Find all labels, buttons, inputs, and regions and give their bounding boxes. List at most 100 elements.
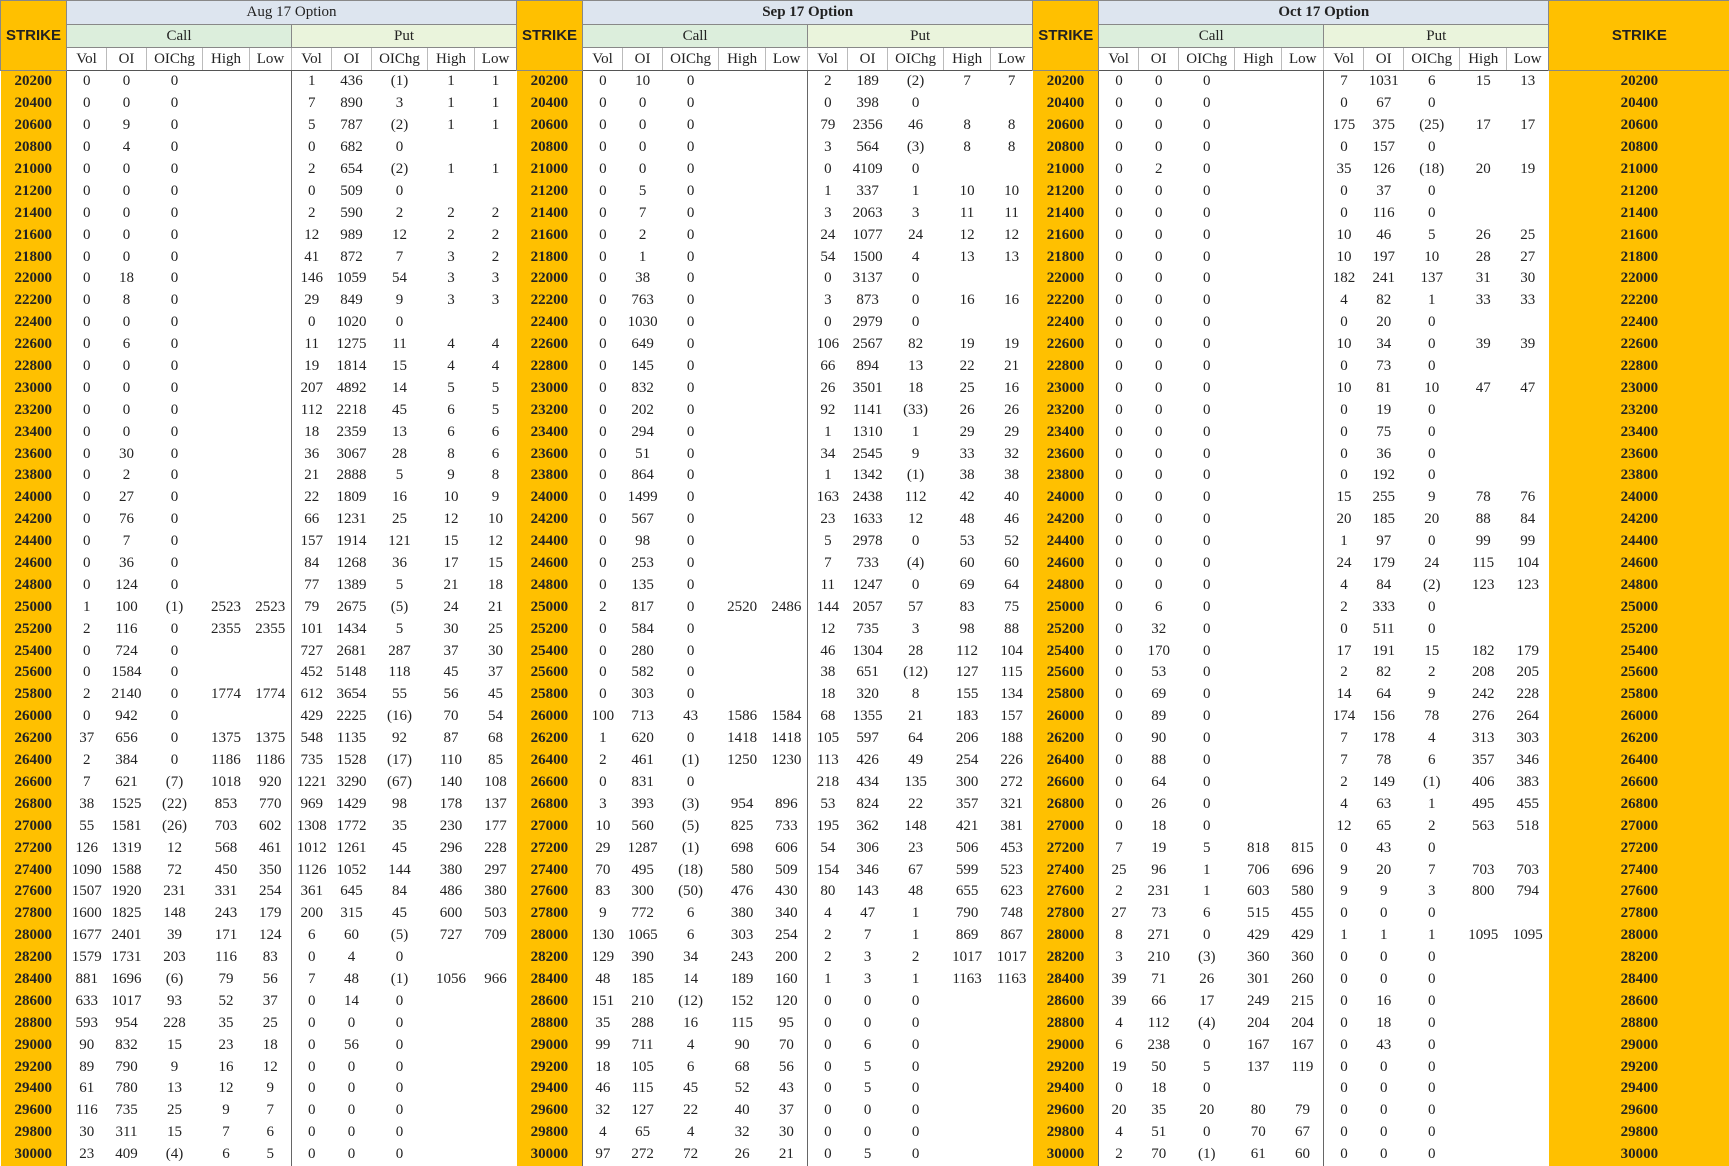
put-oichg-cell: 84 [372, 881, 428, 903]
strike-cell: 27200 [1033, 837, 1099, 859]
call-high-cell [1235, 772, 1282, 794]
put-low-cell: 68 [475, 728, 517, 750]
call-low-cell: 7 [250, 1100, 292, 1122]
call-oi-cell: 35 [1139, 1100, 1179, 1122]
column-header-oichg: OIChg [888, 48, 944, 71]
call-oi-cell: 185 [623, 969, 663, 991]
call-oichg-cell: 5 [1179, 837, 1235, 859]
put-low-cell [1507, 137, 1549, 159]
put-low-cell: 748 [991, 903, 1033, 925]
call-vol-cell: 0 [67, 180, 107, 202]
put-oichg-cell: 12 [888, 509, 944, 531]
put-vol-cell: 0 [1324, 1122, 1364, 1144]
put-oichg-cell: 92 [372, 728, 428, 750]
table-row: 2180000041872732218000105415004131321800… [1, 246, 1729, 268]
put-oi-cell: 81 [1364, 377, 1404, 399]
call-low-cell: 56 [250, 969, 292, 991]
put-vol-cell: 0 [808, 1034, 848, 1056]
put-oichg-cell: (16) [372, 706, 428, 728]
call-oi-cell: 1065 [623, 925, 663, 947]
column-header-oi: OI [1139, 48, 1179, 71]
column-header-vol: Vol [67, 48, 107, 71]
call-vol-cell: 0 [67, 224, 107, 246]
call-header: Call [67, 25, 292, 48]
call-low-cell [250, 553, 292, 575]
strike-cell: 21400 [517, 202, 583, 224]
put-oichg-cell: 14 [372, 377, 428, 399]
put-vol-cell: 0 [292, 1122, 332, 1144]
put-vol-cell: 0 [292, 1012, 332, 1034]
call-low-cell [766, 312, 808, 334]
call-high-cell [719, 640, 766, 662]
column-header-oi: OI [848, 48, 888, 71]
call-oi-cell: 0 [107, 312, 147, 334]
strike-cell: 26400 [517, 750, 583, 772]
put-oi-cell: 1500 [848, 246, 888, 268]
call-vol-cell: 2 [1099, 1144, 1139, 1166]
put-oi-cell: 398 [848, 93, 888, 115]
call-oi-cell: 0 [1139, 421, 1179, 443]
call-low-cell [1282, 706, 1324, 728]
put-vol-cell: 10 [1324, 377, 1364, 399]
put-oi-cell: 56 [332, 1034, 372, 1056]
call-oichg-cell: 1 [1179, 881, 1235, 903]
call-vol-cell: 0 [583, 574, 623, 596]
call-low-cell [1282, 377, 1324, 399]
call-oichg-cell: 0 [1179, 356, 1235, 378]
put-oichg-cell: 0 [372, 1034, 428, 1056]
call-oichg-cell: 0 [663, 115, 719, 137]
put-high-cell: 5 [428, 377, 475, 399]
call-oi-cell: 621 [107, 772, 147, 794]
call-low-cell: 461 [250, 837, 292, 859]
call-oichg-cell: 0 [663, 202, 719, 224]
call-oichg-cell: 6 [1179, 903, 1235, 925]
call-vol-cell: 126 [67, 837, 107, 859]
strike-cell: 26800 [1549, 793, 1729, 815]
call-oichg-cell: 0 [147, 509, 203, 531]
put-oichg-cell: (25) [1404, 115, 1460, 137]
call-vol-cell: 0 [1099, 750, 1139, 772]
call-high-cell [1235, 750, 1282, 772]
put-oichg-cell: 5 [1404, 224, 1460, 246]
call-oi-cell: 112 [1139, 1012, 1179, 1034]
call-vol-cell: 27 [1099, 903, 1139, 925]
call-vol-cell: 0 [583, 531, 623, 553]
call-low-cell [1282, 312, 1324, 334]
put-oichg-cell: 0 [372, 1100, 428, 1122]
put-oi-cell: 2438 [848, 487, 888, 509]
put-oi-cell: 0 [332, 1056, 372, 1078]
put-high-cell: 3 [428, 290, 475, 312]
call-low-cell: 1375 [250, 728, 292, 750]
call-low-cell [766, 180, 808, 202]
put-oichg-cell: 0 [1404, 618, 1460, 640]
put-oi-cell: 197 [1364, 246, 1404, 268]
call-high-cell [719, 421, 766, 443]
strike-cell: 27400 [1, 859, 67, 881]
put-low-cell: 1 [475, 93, 517, 115]
call-vol-cell: 3 [1099, 947, 1139, 969]
table-row: 2360003003630672886236000510342545933322… [1, 443, 1729, 465]
put-oi-cell: 20 [1364, 859, 1404, 881]
put-high-cell: 8 [944, 115, 991, 137]
call-low-cell: 606 [766, 837, 808, 859]
call-low-cell [1282, 137, 1324, 159]
strike-cell: 25400 [1033, 640, 1099, 662]
call-oi-cell: 649 [623, 334, 663, 356]
call-high-cell [1235, 531, 1282, 553]
call-vol-cell: 0 [1099, 640, 1139, 662]
call-high-cell: 79 [203, 969, 250, 991]
put-low-cell [1507, 465, 1549, 487]
put-oichg-cell: 57 [888, 596, 944, 618]
column-header-high: High [719, 48, 766, 71]
put-low-cell: 1 [475, 71, 517, 93]
call-oi-cell: 780 [107, 1078, 147, 1100]
call-vol-cell: 0 [67, 465, 107, 487]
put-oi-cell: 189 [848, 71, 888, 93]
strike-cell: 21600 [1033, 224, 1099, 246]
call-oi-cell: 0 [1139, 312, 1179, 334]
strike-cell: 29800 [1, 1122, 67, 1144]
call-oi-cell: 76 [107, 509, 147, 531]
call-vol-cell: 32 [583, 1100, 623, 1122]
put-high-cell [1460, 93, 1507, 115]
put-low-cell: 303 [1507, 728, 1549, 750]
